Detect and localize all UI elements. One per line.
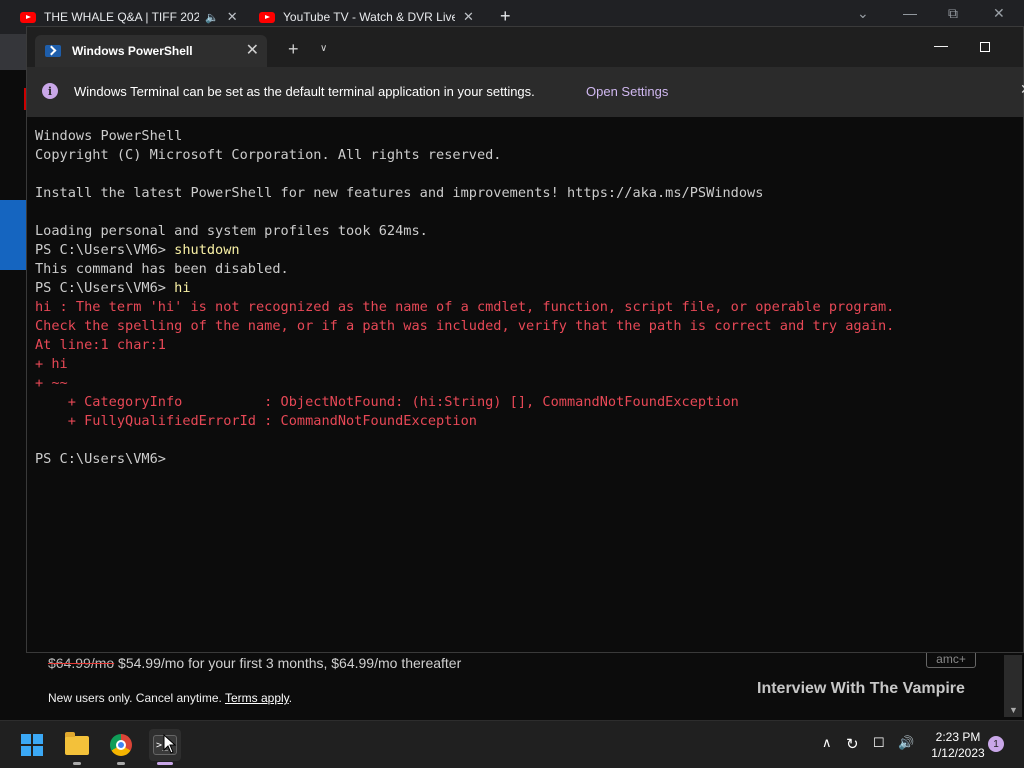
new-tab-icon[interactable]: + [288, 39, 299, 60]
running-indicator [73, 762, 81, 765]
fine-print-tail: . [288, 691, 293, 705]
console-error-line: + ~~ [35, 375, 68, 391]
info-message: Windows Terminal can be set as the defau… [74, 84, 535, 99]
terminal-window: Windows PowerShell ✕ + ∨ — i Windows Ter… [26, 26, 1024, 653]
clock-time: 2:23 PM [935, 730, 981, 744]
terms-link[interactable]: Terms apply [225, 691, 289, 705]
restore-icon[interactable]: ⧉ [948, 5, 958, 22]
running-indicator [117, 762, 125, 765]
show-title[interactable]: Interview With The Vampire [757, 680, 965, 698]
active-indicator [157, 762, 173, 765]
open-settings-link[interactable]: Open Settings [586, 84, 668, 99]
sync-icon[interactable]: ↻ [846, 735, 859, 753]
close-icon[interactable]: ✕ [1020, 81, 1024, 98]
page-sidebar-highlight [0, 200, 28, 270]
console-error-line: + hi [35, 356, 68, 372]
terminal-tab[interactable]: Windows PowerShell ✕ [35, 35, 267, 67]
old-price: $64.99/mo [48, 655, 115, 671]
console-error-line: At line:1 char:1 [35, 337, 166, 353]
console-error-line: + FullyQualifiedErrorId : CommandNotFoun… [35, 413, 477, 429]
prompt-text: PS C:\Users\VM6> [35, 280, 175, 296]
close-icon[interactable]: ✕ [246, 40, 259, 60]
console-prompt-line: PS C:\Users\VM6> hi [35, 279, 1015, 298]
console-output-line: This command has been disabled. [35, 261, 289, 277]
minimize-icon[interactable]: — [903, 5, 917, 21]
new-tab-icon[interactable]: + [500, 6, 511, 27]
prompt-text: PS C:\Users\VM6> [35, 451, 175, 467]
command-text: shutdown [174, 242, 240, 258]
info-icon: i [42, 83, 58, 99]
console-error-line: hi : The term 'hi' is not recognized as … [35, 299, 895, 315]
console-output[interactable]: Windows PowerShell Copyright (C) Microsof… [35, 127, 1015, 469]
offer-text: $54.99/mo for your first 3 months, $64.9… [114, 655, 462, 671]
close-icon[interactable]: ✕ [227, 9, 238, 25]
console-output-line: Install the latest PowerShell for new fe… [35, 185, 764, 201]
windows-start-icon[interactable] [16, 729, 48, 761]
chevron-down-icon[interactable]: ∨ [320, 43, 327, 54]
clock-date: 1/12/2023 [931, 746, 985, 760]
youtube-icon [259, 11, 275, 23]
console-error-line: Check the spelling of the name, or if a … [35, 318, 895, 334]
console-output-line: Windows PowerShell [35, 128, 183, 144]
close-icon[interactable]: ✕ [993, 5, 1005, 22]
tab-search-icon[interactable]: ⌄ [857, 5, 869, 22]
file-explorer-icon[interactable] [61, 729, 93, 761]
volume-icon[interactable]: 🔊 [898, 735, 914, 751]
notification-badge[interactable]: 1 [988, 736, 1004, 752]
audio-playing-icon[interactable]: 🔈 [205, 11, 219, 24]
fine-print: New users only. Cancel anytime. Terms ap… [48, 691, 292, 705]
prompt-text: PS C:\Users\VM6> [35, 242, 175, 258]
terminal-titlebar: Windows PowerShell ✕ + ∨ — [27, 27, 1023, 67]
taskbar: >_ ∧ ↻ ☐ 🔊 2:23 PM 1/12/2023 1 [0, 720, 1024, 768]
chevron-up-icon[interactable]: ∧ [822, 735, 832, 751]
network-icon[interactable]: ☐ [873, 735, 885, 751]
terminal-tab-title: Windows PowerShell [72, 44, 193, 58]
youtube-icon [20, 11, 36, 23]
console-output-line: Loading personal and system profiles too… [35, 223, 428, 239]
terminal-info-bar: i Windows Terminal can be set as the def… [27, 67, 1024, 117]
browser-tab-title: YouTube TV - Watch & DVR Live [283, 10, 455, 24]
promo-pricing: $64.99/mo $54.99/mo for your first 3 mon… [48, 655, 461, 671]
maximize-icon[interactable] [980, 42, 990, 52]
console-prompt-line: PS C:\Users\VM6> [35, 450, 1015, 469]
minimize-icon[interactable]: — [934, 37, 948, 53]
console-output-line: Copyright (C) Microsoft Corporation. All… [35, 147, 502, 163]
scroll-down-icon[interactable]: ▼ [1009, 705, 1018, 715]
powershell-icon [45, 45, 61, 57]
chrome-icon[interactable] [105, 729, 137, 761]
page-scrollbar[interactable]: ▼ [1004, 655, 1022, 717]
console-error-line: + CategoryInfo : ObjectNotFound: (hi:Str… [35, 394, 739, 410]
browser-tab-title: THE WHALE Q&A | TIFF 2023 [44, 10, 199, 24]
fine-print-text: New users only. Cancel anytime. [48, 691, 225, 705]
close-icon[interactable]: ✕ [463, 9, 474, 25]
console-prompt-line: PS C:\Users\VM6> shutdown [35, 241, 1015, 260]
clock[interactable]: 2:23 PM 1/12/2023 [922, 729, 994, 761]
screen: THE WHALE Q&A | TIFF 2023 🔈 ✕ YouTube TV… [0, 0, 1024, 768]
command-text: hi [174, 280, 191, 296]
